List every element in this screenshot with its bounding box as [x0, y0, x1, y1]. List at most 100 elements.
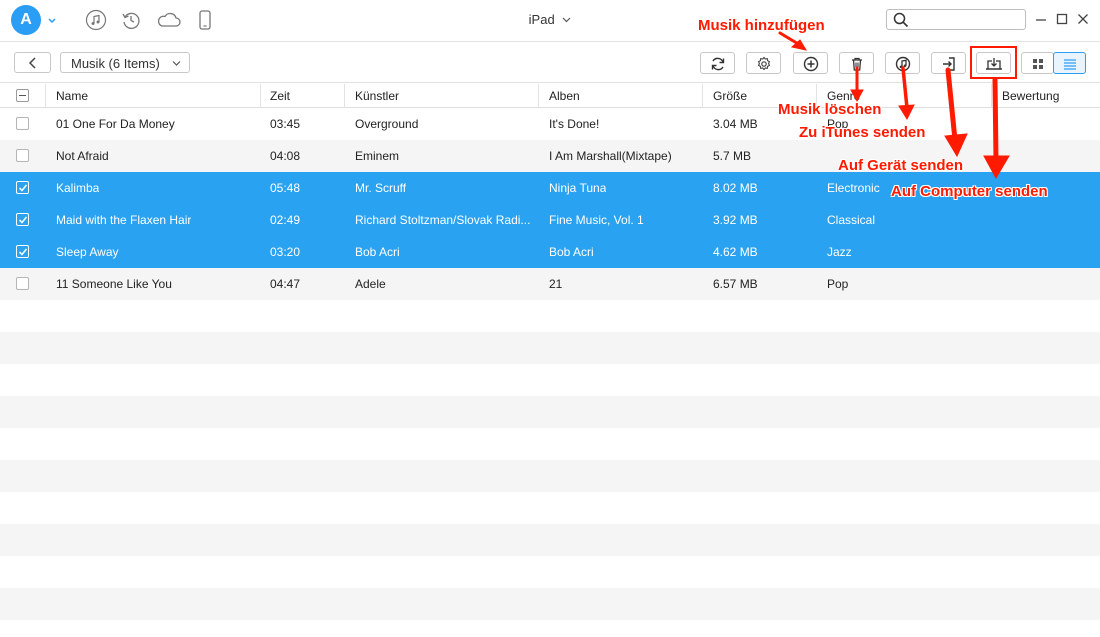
add-icon	[803, 56, 819, 72]
app-window: A iPad Musik (6 Items) Name Zeit Künstle…	[0, 0, 1100, 637]
search-icon	[893, 12, 909, 28]
itunes-icon	[895, 56, 911, 72]
app-logo[interactable]: A	[11, 5, 41, 35]
row-album: I Am Marshall(Mixtape)	[549, 149, 672, 163]
settings-button[interactable]	[746, 52, 781, 74]
column-header-size[interactable]: Größe	[713, 89, 747, 103]
annotation-delete-music: Musik löschen	[778, 101, 882, 118]
chevron-left-icon	[28, 57, 36, 69]
grid-view-icon	[1033, 59, 1043, 69]
back-button[interactable]	[14, 52, 51, 73]
row-artist: Overground	[355, 117, 419, 131]
send-to-device-icon	[943, 57, 955, 71]
to-itunes-button[interactable]	[885, 52, 920, 74]
column-separator[interactable]	[991, 84, 992, 108]
search-input[interactable]	[913, 12, 1021, 27]
column-header-rating[interactable]: Bewertung	[1002, 89, 1059, 103]
row-name: 01 One For Da Money	[56, 117, 175, 131]
phone-icon[interactable]	[194, 9, 216, 31]
maximize-icon[interactable]	[1055, 12, 1069, 26]
row-time: 05:48	[270, 181, 301, 195]
chevron-down-icon	[172, 61, 181, 66]
chevron-down-icon	[562, 17, 571, 23]
row-time: 04:08	[270, 149, 301, 163]
empty-row	[0, 492, 1100, 524]
row-checkbox[interactable]	[16, 245, 29, 258]
row-genre: Classical	[827, 213, 876, 227]
column-header-time[interactable]: Zeit	[270, 89, 290, 103]
music-icon[interactable]	[85, 9, 107, 31]
row-album: Ninja Tuna	[549, 181, 607, 195]
empty-row	[0, 556, 1100, 588]
row-name: Kalimba	[56, 181, 100, 195]
row-size: 8.02 MB	[713, 181, 758, 195]
column-separator[interactable]	[344, 84, 345, 108]
empty-row	[0, 460, 1100, 492]
checkmark-icon	[18, 248, 28, 256]
row-size: 6.57 MB	[713, 277, 758, 291]
select-all-checkbox[interactable]	[16, 89, 29, 102]
row-time: 03:20	[270, 245, 301, 259]
toolbar: Musik (6 Items)	[0, 43, 1100, 83]
minimize-icon[interactable]	[1034, 12, 1048, 26]
table-row[interactable]: 11 Someone Like You 04:47 Adele 21 6.57 MB Po…	[0, 268, 1100, 300]
row-album: It's Done!	[549, 117, 600, 131]
chevron-down-icon[interactable]	[47, 16, 57, 26]
close-icon[interactable]	[1076, 12, 1090, 26]
row-artist: Adele	[355, 277, 386, 291]
refresh-button[interactable]	[700, 52, 735, 74]
row-artist: Mr. Scruff	[355, 181, 407, 195]
empty-row	[0, 332, 1100, 364]
row-size: 3.92 MB	[713, 213, 758, 227]
row-name: 11 Someone Like You	[56, 277, 172, 291]
add-music-button[interactable]	[793, 52, 828, 74]
empty-row	[0, 620, 1100, 637]
annotation-add-music: Musik hinzufügen	[698, 17, 825, 34]
row-genre: Jazz	[827, 245, 852, 259]
checkmark-icon	[18, 184, 28, 192]
row-checkbox[interactable]	[16, 213, 29, 226]
column-header-name[interactable]: Name	[56, 89, 88, 103]
search-field[interactable]	[886, 9, 1026, 30]
row-checkbox[interactable]	[16, 277, 29, 290]
annotation-to-device: Auf Gerät senden	[838, 157, 964, 174]
row-checkbox[interactable]	[16, 117, 29, 130]
column-header-artist[interactable]: Künstler	[355, 89, 399, 103]
row-time: 02:49	[270, 213, 301, 227]
category-label: Musik (6 Items)	[71, 56, 160, 71]
column-header-album[interactable]: Alben	[549, 89, 580, 103]
to-device-button[interactable]	[931, 52, 966, 74]
row-name: Maid with the Flaxen Hair	[56, 213, 192, 227]
category-dropdown[interactable]: Musik (6 Items)	[60, 52, 190, 73]
row-name: Sleep Away	[56, 245, 119, 259]
cloud-icon[interactable]	[156, 9, 182, 31]
table-header: Name Zeit Künstler Alben Größe Genre Bew…	[0, 84, 1100, 108]
row-album: 21	[549, 277, 563, 291]
empty-row	[0, 524, 1100, 556]
restore-icon[interactable]	[120, 9, 142, 31]
column-separator[interactable]	[538, 84, 539, 108]
table-row[interactable]: 01 One For Da Money 03:45 Overground It's D…	[0, 108, 1100, 140]
empty-row	[0, 364, 1100, 396]
column-separator[interactable]	[45, 84, 46, 108]
empty-row	[0, 428, 1100, 460]
column-separator[interactable]	[260, 84, 261, 108]
gear-icon	[757, 56, 771, 71]
grid-view-button[interactable]	[1021, 52, 1054, 74]
column-separator[interactable]	[702, 84, 703, 108]
row-checkbox[interactable]	[16, 181, 29, 194]
row-name: Not Afraid	[56, 149, 109, 163]
device-name: iPad	[528, 12, 555, 27]
row-artist: Bob Acri	[355, 245, 400, 259]
delete-music-button[interactable]	[839, 52, 874, 74]
row-time: 03:45	[270, 117, 301, 131]
checkmark-icon	[18, 216, 28, 224]
refresh-icon	[711, 57, 725, 71]
device-selector[interactable]: iPad	[505, 12, 595, 27]
row-checkbox[interactable]	[16, 149, 29, 162]
table-row[interactable]: Sleep Away 03:20 Bob Acri Bob Acri 4.62 MB Ja…	[0, 236, 1100, 268]
list-view-button[interactable]	[1053, 52, 1086, 74]
table-row[interactable]: Maid with the Flaxen Hair 02:49 Richard St…	[0, 204, 1100, 236]
row-album: Bob Acri	[549, 245, 594, 259]
empty-row	[0, 300, 1100, 332]
